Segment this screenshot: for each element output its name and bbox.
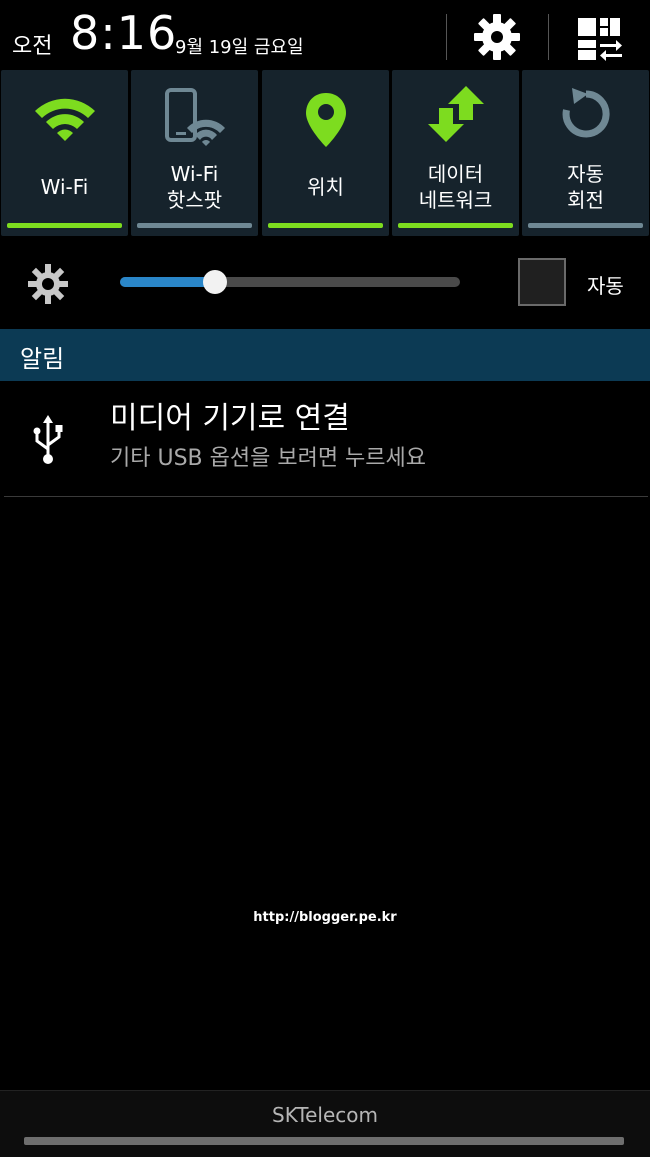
panel-drag-handle[interactable] (24, 1137, 624, 1145)
hotspot-icon (164, 88, 225, 146)
notification-item-usb[interactable]: 미디어 기기로 연결 기타 USB 옵션을 보려면 누르세요 (0, 383, 650, 497)
toggle-label: 자동 회전 (567, 162, 604, 212)
date-label: 9월 19일 금요일 (175, 37, 304, 58)
watermark-text: http://blogger.pe.kr (253, 910, 397, 925)
toggle-label: 데이터 네트워크 (418, 162, 493, 212)
auto-brightness-label: 자동 (587, 274, 624, 298)
ampm-label: 오전 (12, 34, 53, 59)
brightness-control: 자동 (0, 250, 650, 316)
notifications-header-label: 알림 (20, 345, 65, 373)
data-network-icon (427, 86, 484, 142)
carrier-footer: SKTelecom (0, 1090, 650, 1157)
location-icon (305, 93, 346, 147)
toggle-wifi-hotspot[interactable]: Wi-Fi 핫스팟 (131, 70, 258, 236)
toggle-label: Wi-Fi (40, 175, 89, 199)
toggle-label: 위치 (307, 175, 344, 199)
toggle-status-bar (268, 223, 383, 228)
brightness-icon (24, 260, 72, 308)
gear-icon (474, 14, 520, 60)
wifi-icon (34, 98, 95, 141)
rotate-icon (562, 88, 610, 138)
settings-button[interactable] (470, 10, 524, 64)
quick-toggles: Wi-Fi Wi-Fi 핫스팟 위치 데이터 네트워크 자동 회전 (0, 70, 650, 238)
toggle-label: Wi-Fi 핫스팟 (166, 162, 223, 212)
header-divider (548, 14, 549, 60)
header-divider (446, 14, 447, 60)
toggle-status-bar (528, 223, 643, 228)
toggle-status-bar (137, 223, 252, 228)
toggle-data-network[interactable]: 데이터 네트워크 (392, 70, 519, 236)
quick-settings-grid-button[interactable] (572, 12, 626, 66)
status-header: 오전 8:16 9월 19일 금요일 (0, 0, 650, 70)
brightness-slider-thumb[interactable] (203, 270, 228, 294)
toggle-status-bar (7, 223, 122, 228)
toggle-wifi[interactable]: Wi-Fi (1, 70, 128, 236)
notification-divider (4, 496, 648, 497)
notifications-header: 알림 (0, 329, 650, 381)
toggle-status-bar (398, 223, 513, 228)
toggle-auto-rotate[interactable]: 자동 회전 (522, 70, 649, 236)
toggle-location[interactable]: 위치 (262, 70, 389, 236)
clock: 8:16 (70, 6, 178, 60)
brightness-slider-fill (120, 277, 216, 287)
carrier-label: SKTelecom (272, 1103, 378, 1127)
quick-settings-grid-icon (578, 18, 622, 61)
auto-brightness-checkbox[interactable] (518, 258, 566, 306)
notification-title: 미디어 기기로 연결 (110, 401, 350, 436)
brightness-slider[interactable] (120, 270, 460, 294)
notification-subtitle: 기타 USB 옵션을 보려면 누르세요 (110, 446, 427, 471)
usb-icon (26, 415, 70, 465)
